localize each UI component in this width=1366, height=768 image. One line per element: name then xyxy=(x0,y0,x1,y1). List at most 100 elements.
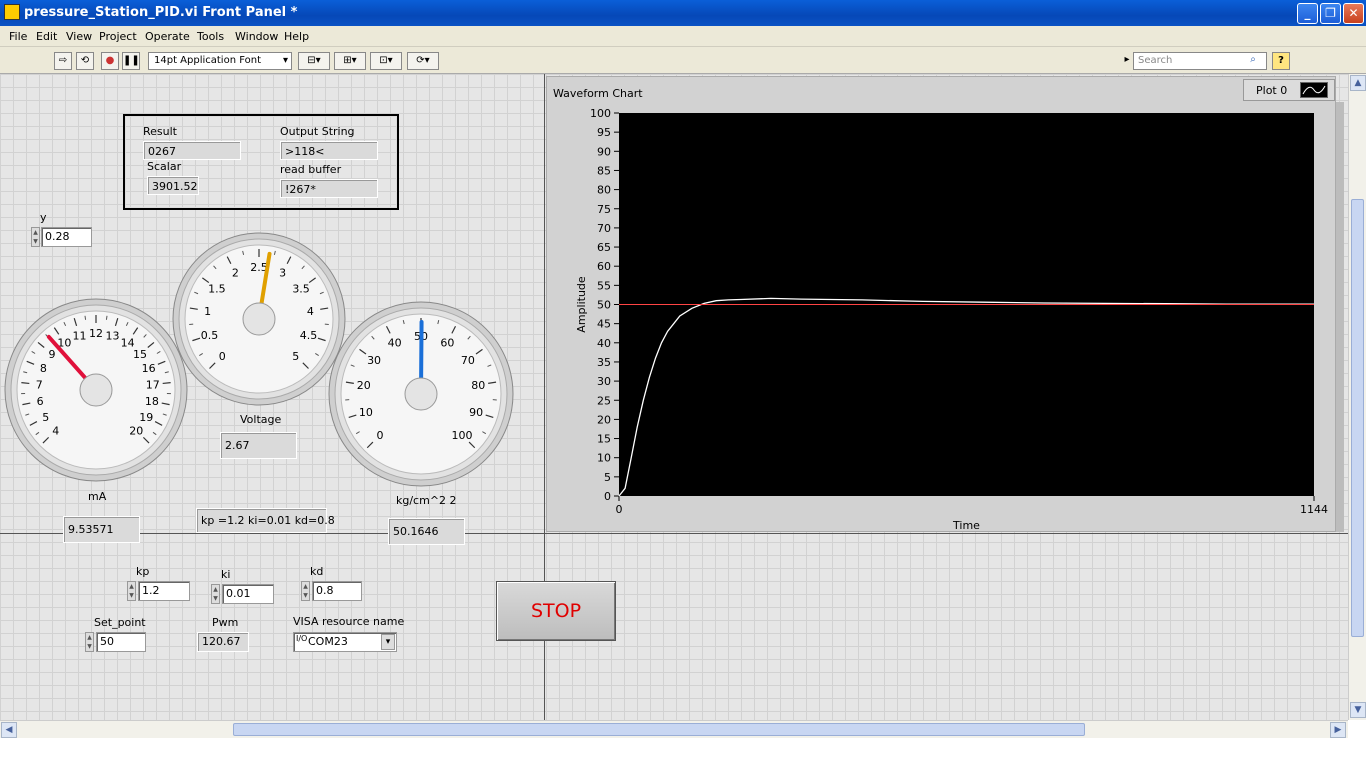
gauge-tick-label: 20 xyxy=(357,379,371,392)
gauge-tick-label: 30 xyxy=(367,354,381,367)
kd-spinner[interactable]: ▲ ▼ xyxy=(301,581,310,601)
scroll-right-icon[interactable]: ▶ xyxy=(1330,722,1346,738)
y-axis-label: Amplitude xyxy=(575,276,588,333)
visa-resource-select[interactable]: I/O COM23 ▾ xyxy=(293,632,397,652)
gauge-tick-label: 4 xyxy=(52,424,59,437)
gauge-tick-label: 17 xyxy=(146,378,160,391)
set-point-input[interactable]: 50 xyxy=(96,632,146,652)
voltage-readout: 2.67 xyxy=(220,432,297,459)
kp-label: kp xyxy=(136,565,150,578)
y-tick-label: 75 xyxy=(597,203,611,216)
menu-window[interactable]: Window xyxy=(235,30,278,43)
gauge-hub xyxy=(404,377,438,411)
gauge-tick-label: 4.5 xyxy=(300,329,318,342)
gauge-tick-label: 80 xyxy=(471,379,485,392)
kd-label: kd xyxy=(310,565,324,578)
chevron-down-icon[interactable]: ▾ xyxy=(381,634,395,650)
vertical-scroll-thumb[interactable] xyxy=(1351,199,1364,637)
scroll-left-icon[interactable]: ◀ xyxy=(1,722,17,738)
search-toggle-icon[interactable]: ▸ xyxy=(1122,52,1132,70)
gauge-tick-label: 0 xyxy=(219,350,226,363)
gauge-tick-label: 6 xyxy=(37,395,44,408)
gauge-minor-tick xyxy=(105,315,108,320)
menu-edit[interactable]: Edit xyxy=(36,30,57,43)
y-tick-label: 90 xyxy=(597,145,611,158)
scroll-down-icon[interactable]: ▼ xyxy=(1350,702,1366,718)
output-string-label: Output String xyxy=(280,125,355,138)
menu-help[interactable]: Help xyxy=(284,30,309,43)
chevron-down-icon: ▾ xyxy=(282,55,288,66)
visa-resource-value: COM23 xyxy=(308,635,348,648)
help-icon[interactable]: ? xyxy=(1272,52,1290,70)
align-objects-icon[interactable]: ⊟▾ xyxy=(298,52,330,70)
y-tick-label: 45 xyxy=(597,318,611,331)
menu-file[interactable]: File xyxy=(9,30,27,43)
set-point-spinner[interactable]: ▲ ▼ xyxy=(85,632,94,652)
kp-spinner[interactable]: ▲ ▼ xyxy=(127,581,136,601)
horizontal-scrollbar[interactable]: ◀ ▶ xyxy=(0,720,1348,738)
ki-input[interactable]: 0.01 xyxy=(222,584,274,604)
gauge-tick-label: 7 xyxy=(36,378,43,391)
gauge-tick-label: 15 xyxy=(133,348,147,361)
resize-objects-icon[interactable]: ⊡▾ xyxy=(370,52,402,70)
x-tick-label: 0 xyxy=(616,503,623,516)
scalar-label: Scalar xyxy=(147,160,182,173)
ki-spinner[interactable]: ▲ ▼ xyxy=(211,584,220,604)
stop-button[interactable]: STOP xyxy=(496,581,616,641)
font-select[interactable]: 14pt Application Font ▾ xyxy=(148,52,292,70)
gauge-tick-label: 9 xyxy=(48,348,55,361)
abort-icon[interactable]: ● xyxy=(101,52,119,70)
io-icon: I/O xyxy=(296,634,308,643)
scroll-up-icon[interactable]: ▲ xyxy=(1350,75,1366,91)
pressure-readout: 50.1646 xyxy=(388,518,465,545)
gauge-tick-label: 4 xyxy=(307,305,314,318)
pid-string-indicator: kp =1.2 ki=0.01 kd=0.8 xyxy=(196,508,335,533)
gauge-tick-label: 40 xyxy=(388,336,402,349)
kp-input[interactable]: 1.2 xyxy=(138,581,190,601)
panel-divider-horizontal xyxy=(0,533,1348,534)
y-tick-label: 20 xyxy=(597,413,611,426)
pwm-label: Pwm xyxy=(212,616,239,629)
vertical-scrollbar[interactable]: ▲ ▼ xyxy=(1348,74,1366,720)
run-continuously-icon[interactable]: ⟲ xyxy=(76,52,94,70)
menu-bar: File Edit View Project Operate Tools Win… xyxy=(0,26,1366,47)
result-label: Result xyxy=(143,125,177,138)
gauge-tick-label: 3 xyxy=(279,267,286,280)
menu-project[interactable]: Project xyxy=(99,30,137,43)
maximize-button[interactable]: ❐ xyxy=(1320,3,1341,24)
ki-label: ki xyxy=(221,568,231,581)
x-axis-label: Time xyxy=(952,519,980,532)
gauge-tick-label: 19 xyxy=(139,411,153,424)
gauge-tick-label: 1.5 xyxy=(208,282,226,295)
pwm-indicator: 120.67 xyxy=(197,632,249,652)
run-arrow-icon[interactable]: ⇨ xyxy=(54,52,72,70)
read-buffer-indicator: !267* xyxy=(280,179,378,198)
pressure-gauge: 0102030405060708090100 xyxy=(328,301,514,487)
gauge-tick-label: 1 xyxy=(204,305,211,318)
kd-input[interactable]: 0.8 xyxy=(312,581,362,601)
serial-data-cluster: Result 0267 Output String >118< Scalar 3… xyxy=(123,114,399,210)
window-title: pressure_Station_PID.vi Front Panel * xyxy=(24,5,298,20)
menu-operate[interactable]: Operate xyxy=(145,30,190,43)
search-icon[interactable]: ⌕ xyxy=(1243,52,1263,70)
font-select-value: 14pt Application Font xyxy=(154,55,261,66)
y-tick-label: 100 xyxy=(590,107,611,120)
y-tick-label: 0 xyxy=(604,490,611,503)
y-tick-label: 25 xyxy=(597,394,611,407)
minimize-button[interactable]: _ xyxy=(1297,3,1318,24)
ma-readout: 9.53571 xyxy=(63,516,140,543)
labview-app-icon xyxy=(4,4,20,20)
reorder-icon[interactable]: ⟳▾ xyxy=(407,52,439,70)
distribute-objects-icon[interactable]: ⊞▾ xyxy=(334,52,366,70)
y-tick-label: 55 xyxy=(597,279,611,292)
gauge-tick-label: 18 xyxy=(145,395,159,408)
menu-tools[interactable]: Tools xyxy=(197,30,224,43)
menu-view[interactable]: View xyxy=(66,30,92,43)
close-button[interactable]: ✕ xyxy=(1343,3,1364,24)
front-panel: Result 0267 Output String >118< Scalar 3… xyxy=(0,74,1348,720)
gauge-tick-label: 8 xyxy=(40,362,47,375)
horizontal-scroll-thumb[interactable] xyxy=(233,723,1085,736)
pause-icon[interactable]: ❚❚ xyxy=(122,52,140,70)
y-tick-label: 60 xyxy=(597,260,611,273)
set-point-label: Set_point xyxy=(94,616,146,629)
